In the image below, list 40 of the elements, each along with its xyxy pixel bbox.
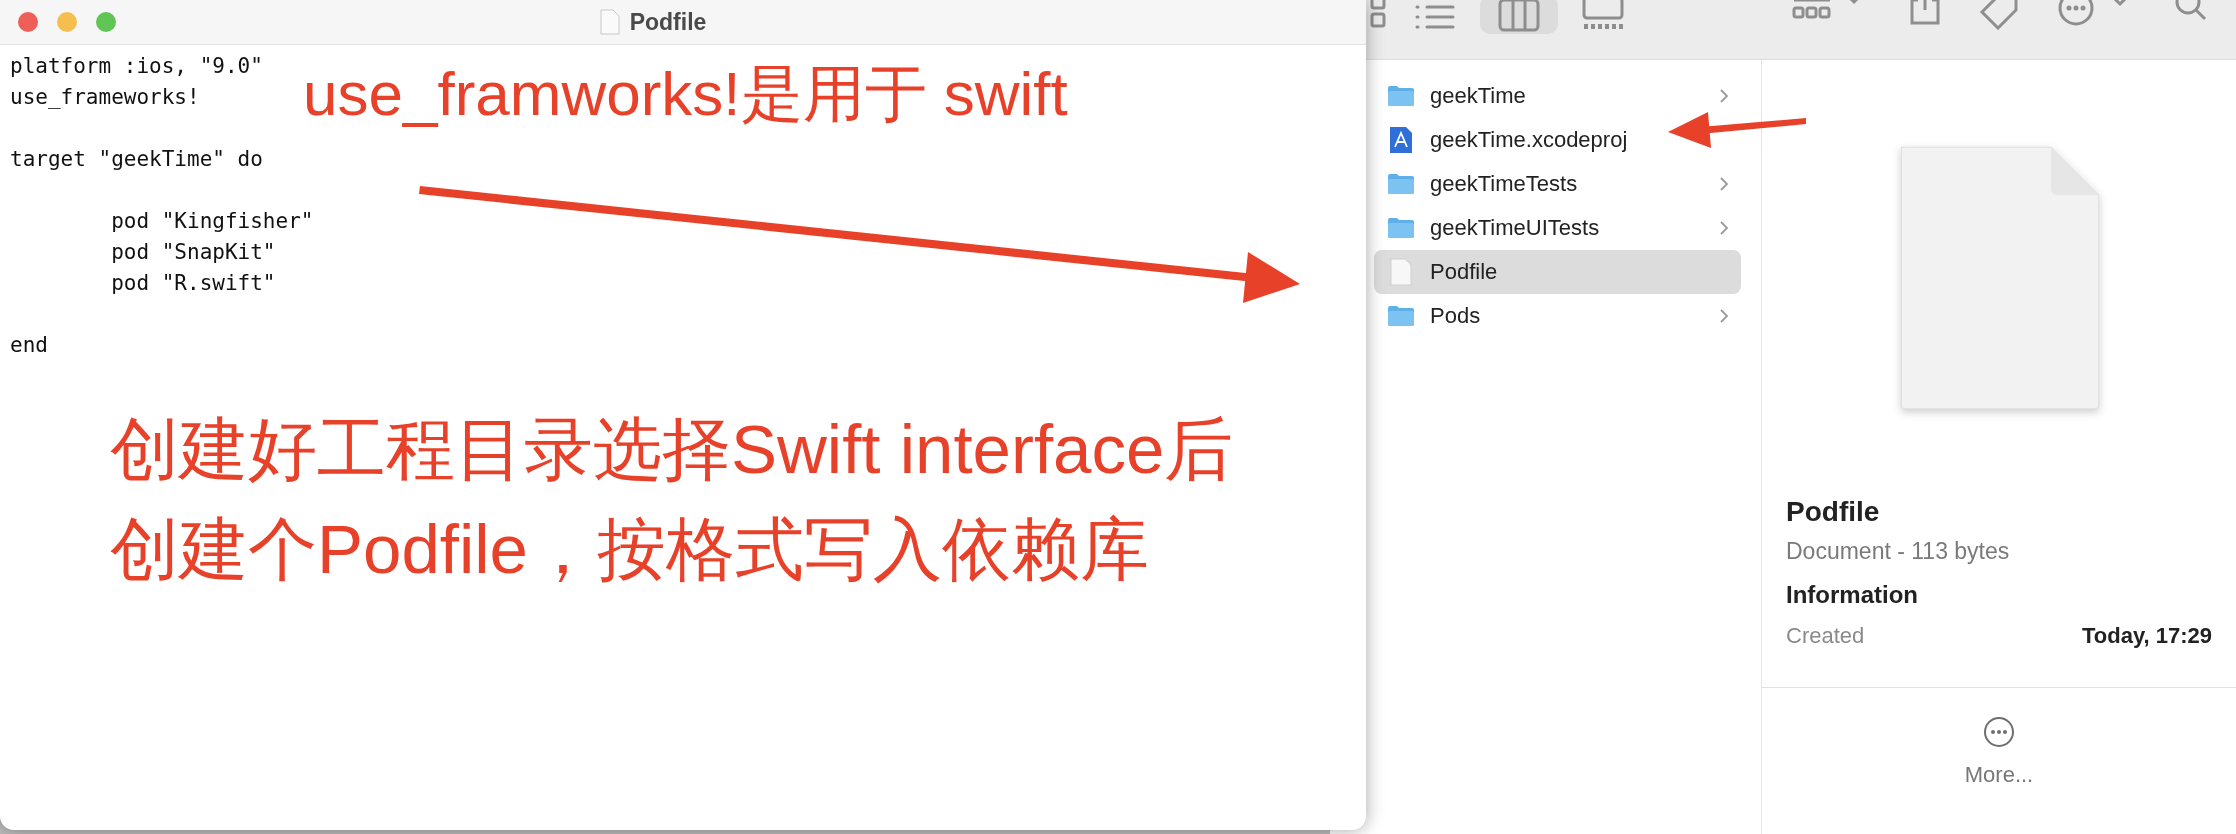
code-line: target "geekTime" do — [10, 147, 263, 171]
gallery-icon — [1581, 0, 1625, 32]
code-line: platform :ios, "9.0" — [10, 54, 263, 78]
folder-icon — [1386, 305, 1416, 327]
view-mode-button[interactable] — [1480, 0, 1558, 34]
zoom-button[interactable] — [96, 12, 116, 32]
folder-icon — [1386, 85, 1416, 107]
info-label: Created — [1786, 623, 1865, 649]
code-line: pod "SnapKit" — [110, 240, 276, 264]
file-row[interactable]: Podfile — [1374, 250, 1741, 294]
info-value: Today, 17:29 — [2082, 623, 2212, 649]
chevron-icon — [1719, 176, 1729, 192]
code-line: use_frameworks! — [10, 85, 200, 109]
annotation-text: use_framworks!是用于 swift — [303, 60, 1068, 129]
chevron-icon — [1719, 220, 1729, 236]
file-row[interactable]: Pods — [1374, 294, 1741, 338]
file-kind-size: Document - 113 bytes — [1786, 538, 2011, 565]
document-icon — [599, 9, 620, 35]
folder-icon — [1386, 217, 1416, 239]
section-heading: Information — [1786, 581, 1919, 609]
chevron-icon — [1719, 88, 1729, 104]
file-row[interactable]: geekTimeTests — [1374, 162, 1741, 206]
columns-icon — [1498, 0, 1540, 32]
file-row[interactable]: geekTime — [1374, 74, 1741, 118]
share-icon[interactable] — [1908, 0, 1942, 26]
chevron-icon — [1719, 308, 1729, 324]
code-line: pod "Kingfisher" — [110, 209, 314, 233]
close-button[interactable] — [18, 12, 38, 32]
folder-icon — [1386, 173, 1416, 195]
minimize-button[interactable] — [57, 12, 77, 32]
window-title: Podfile — [629, 8, 707, 36]
file-row[interactable]: geekTimeUITests — [1374, 206, 1741, 250]
more-icon — [1983, 716, 2015, 748]
more-button[interactable]: More... — [1958, 710, 2040, 794]
annotation-text: 创建个Podfile，按格式写入依赖库 — [110, 510, 1150, 590]
code-line: end — [10, 333, 48, 357]
file-name: Podfile — [1786, 496, 1881, 528]
code-line: pod "R.swift" — [110, 271, 276, 295]
annotation-text: 创建好工程目录选择Swift interface后 — [110, 410, 1234, 490]
file-row[interactable]: geekTime.xcodeproj — [1374, 118, 1741, 162]
